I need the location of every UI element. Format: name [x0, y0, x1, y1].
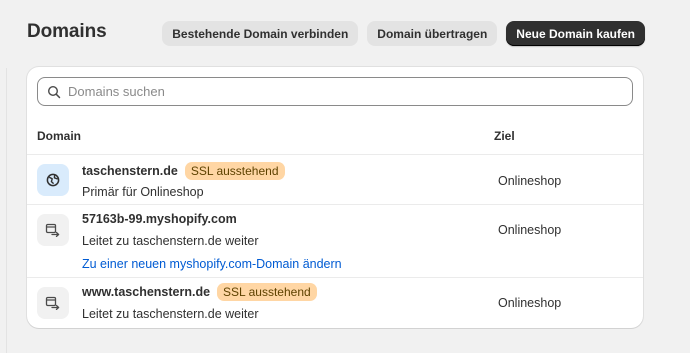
domain-description: Primär für Onlineshop [82, 185, 204, 199]
domain-description: Leitet zu taschenstern.de weiter [82, 234, 259, 248]
table-header: Domain Ziel [27, 115, 643, 155]
buy-domain-button[interactable]: Neue Domain kaufen [506, 21, 645, 46]
column-header-domain: Domain [37, 129, 82, 143]
domains-card: Domain Ziel taschenstern.de SSL ausstehe… [27, 67, 643, 328]
domain-name[interactable]: 57163b-99.myshopify.com [82, 212, 237, 226]
header-actions: Bestehende Domain verbinden Domain übert… [162, 21, 645, 46]
connect-domain-button[interactable]: Bestehende Domain verbinden [162, 21, 359, 46]
domain-target: Onlineshop [498, 174, 562, 188]
sidebar-divider [6, 68, 7, 353]
redirect-icon [37, 287, 69, 319]
domain-name[interactable]: www.taschenstern.de SSL ausstehend [82, 283, 317, 301]
search-icon [47, 84, 62, 99]
column-header-target[interactable]: Ziel [494, 129, 515, 143]
domain-name-text[interactable]: www.taschenstern.de [82, 285, 210, 299]
domain-name[interactable]: taschenstern.de SSL ausstehend [82, 162, 285, 180]
ssl-status-badge: SSL ausstehend [217, 283, 317, 301]
domain-description: Leitet zu taschenstern.de weiter [82, 307, 259, 321]
search-input[interactable] [68, 84, 588, 99]
domain-target: Onlineshop [498, 296, 562, 310]
ssl-status-badge: SSL ausstehend [184, 162, 285, 180]
search-field[interactable] [37, 77, 633, 106]
domain-name-text[interactable]: 57163b-99.myshopify.com [82, 212, 237, 226]
transfer-domain-button[interactable]: Domain übertragen [367, 21, 498, 46]
table-row[interactable]: www.taschenstern.de SSL ausstehend Leite… [27, 278, 643, 328]
domain-target: Onlineshop [498, 223, 562, 237]
table-row[interactable]: taschenstern.de SSL ausstehend Primär fü… [27, 155, 643, 205]
domains-page: Domains Bestehende Domain verbinden Doma… [0, 0, 690, 353]
domain-name-text[interactable]: taschenstern.de [82, 164, 178, 178]
change-myshopify-domain-link[interactable]: Zu einer neuen myshopify.com-Domain ände… [82, 257, 342, 271]
globe-icon [37, 164, 69, 196]
redirect-icon [37, 214, 69, 246]
table-row[interactable]: 57163b-99.myshopify.com Leitet zu tasche… [27, 205, 643, 278]
page-title: Domains [27, 21, 107, 42]
